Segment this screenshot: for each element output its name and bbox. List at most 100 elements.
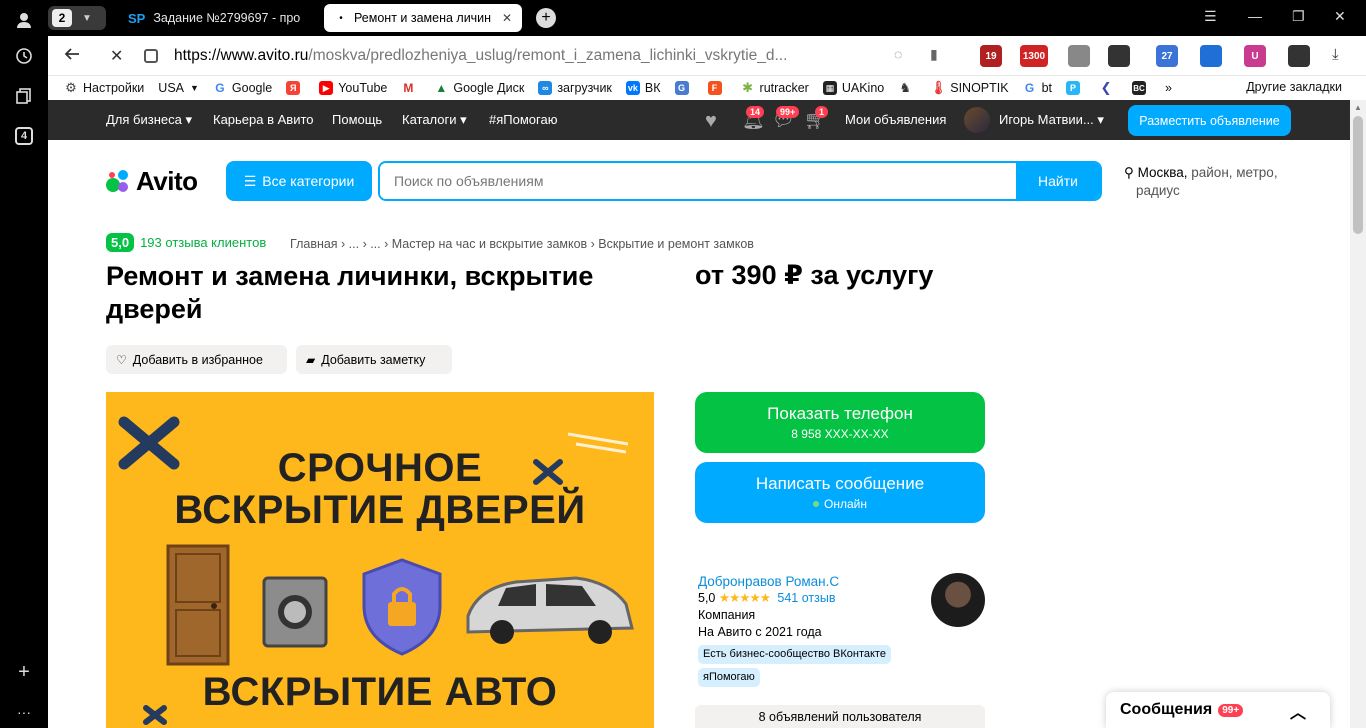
bookmark-google[interactable]: G Google	[213, 81, 272, 95]
chevron-up-icon[interactable]: ︿	[1290, 699, 1306, 723]
bookmark-rutracker[interactable]: ✱ rutracker	[741, 80, 809, 95]
extension-icon-4[interactable]	[1108, 45, 1130, 67]
add-note-button[interactable]: ▰ Добавить заметку	[296, 345, 452, 374]
tab-group-button[interactable]: 2 ▼	[48, 6, 106, 30]
messenger-widget[interactable]: Сообщения 99+ ︿	[1106, 692, 1330, 728]
listing-photo[interactable]: СРОЧНОЕ ВСКРЫТИЕ ДВЕРЕЙ ВСКРЫТИЕ АВТО	[106, 392, 654, 728]
avito-page: Для бизнеса ▾ Карьера в Авито Помощь Кат…	[48, 100, 1350, 728]
post-ad-button[interactable]: Разместить объявление	[1128, 105, 1291, 136]
bookmark-translate[interactable]: G	[674, 81, 694, 95]
p-icon: P	[1066, 81, 1081, 95]
bookmarks-more-button[interactable]: »	[1165, 81, 1172, 95]
user-menu[interactable]: Игорь Матвии... ▾	[999, 112, 1104, 128]
extension-icon-8[interactable]	[1288, 45, 1310, 67]
messenger-label: Сообщения	[1120, 701, 1213, 718]
loading-icon: •	[339, 12, 343, 24]
bookmark-settings[interactable]: ⚙ Настройки	[64, 80, 144, 95]
all-categories-button[interactable]: ☰ Все категории	[226, 161, 372, 201]
top-link-help[interactable]: Помощь	[332, 112, 382, 127]
window-close-icon[interactable]: ✕	[1334, 8, 1346, 25]
bookmark-chess[interactable]: ♞	[898, 80, 917, 95]
bookmark-gmail[interactable]: M	[401, 81, 420, 95]
collections-icon[interactable]	[12, 84, 36, 108]
bookmark-usa[interactable]: USA ▼	[158, 81, 199, 95]
bookmark-vk[interactable]: vk ВК	[625, 81, 661, 95]
tab-task[interactable]: SP Задание №2799697 - про	[118, 4, 316, 32]
bookmark-p[interactable]: P	[1066, 81, 1085, 95]
gmail-icon: M	[403, 81, 414, 95]
tabs-counter-badge[interactable]: 4	[15, 127, 33, 145]
top-link-business[interactable]: Для бизнеса ▾	[106, 112, 192, 128]
tab-avito[interactable]: • Ремонт и замена личин ✕	[324, 4, 522, 32]
more-dots-icon[interactable]: ···	[12, 700, 36, 724]
top-link-ya-pomogayu[interactable]: #яПомогаю	[489, 112, 557, 127]
reviews-link[interactable]: 193 отзыва клиентов	[140, 235, 266, 250]
my-ads-link[interactable]: Мои объявления	[845, 112, 946, 127]
top-link-careers[interactable]: Карьера в Авито	[213, 112, 314, 127]
extension-icon-1[interactable]: 19	[980, 45, 1002, 67]
bookmark-icon[interactable]: ▮	[930, 46, 938, 63]
bookmark-google-drive[interactable]: ▲ Google Диск	[434, 81, 524, 95]
download-icon[interactable]: ⤓	[1332, 46, 1339, 63]
bookmark-f[interactable]: F	[707, 81, 727, 95]
search-button[interactable]: Найти	[1016, 163, 1100, 199]
bookmark-bc[interactable]: BC	[1132, 81, 1151, 95]
url-host: https://www.avito.ru	[174, 47, 309, 64]
seller-reviews-link[interactable]: 541 отзыв	[777, 591, 835, 605]
bookmark-downloader[interactable]: ∞ загрузчик	[538, 81, 612, 95]
bc-icon: BC	[1132, 81, 1147, 95]
profile-icon[interactable]	[12, 8, 36, 32]
breadcrumb[interactable]: Главная › ... › ... › Мастер на час и вс…	[290, 237, 754, 251]
thermometer-icon: 🌡	[930, 80, 947, 95]
bookmark-youtube[interactable]: ▶ YouTube	[319, 81, 387, 95]
favorites-heart-icon[interactable]: ♥	[705, 110, 717, 133]
close-icon[interactable]: ✕	[502, 11, 512, 25]
banner-line-3: ВСКРЫТИЕ АВТО	[202, 670, 558, 714]
extension-icon-7[interactable]: U	[1244, 45, 1266, 67]
tab-strip: 2 ▼ SP Задание №2799697 - про • Ремонт и…	[48, 0, 1366, 36]
search-input[interactable]	[380, 163, 1016, 199]
scroll-up-icon[interactable]: ▲	[1354, 103, 1362, 112]
extension-icon-6[interactable]	[1200, 45, 1222, 67]
new-tab-button[interactable]: +	[536, 8, 556, 28]
extension-icon-3[interactable]	[1068, 45, 1090, 67]
seller-chip-ya-pomogayu[interactable]: яПомогаю	[698, 668, 760, 687]
scrollbar-thumb[interactable]	[1353, 116, 1363, 234]
cart-badge: 1	[815, 106, 829, 118]
translate-icon: G	[674, 81, 689, 95]
top-link-catalogs[interactable]: Каталоги ▾	[402, 112, 467, 128]
seller-ads-count[interactable]: 8 объявлений пользователя	[695, 705, 985, 728]
location-selector[interactable]: ⚲ Москва, район, метро, радиус	[1124, 164, 1294, 200]
translate-icon[interactable]: ◌	[894, 46, 902, 62]
seller-chip-vk[interactable]: Есть бизнес-сообщество ВКонтакте	[698, 645, 891, 664]
page-scrollbar[interactable]: ▲	[1350, 100, 1366, 728]
extension-icon-2[interactable]: 1300	[1020, 45, 1048, 67]
history-icon[interactable]	[12, 44, 36, 68]
other-bookmarks[interactable]: Другие закладки	[1246, 80, 1342, 94]
rating-score: 5,0	[106, 233, 135, 252]
stop-loading-icon[interactable]: ✕	[110, 46, 123, 66]
seller-avatar[interactable]	[931, 573, 985, 627]
show-phone-button[interactable]: Показать телефон 8 958 XXX-XX-XX	[695, 392, 985, 453]
write-message-button[interactable]: Написать сообщение Онлайн	[695, 462, 985, 523]
url-field[interactable]: https://www.avito.ru/moskva/predlozheniy…	[144, 42, 944, 70]
add-favorite-button[interactable]: ♡ Добавить в избранное	[106, 345, 287, 374]
extension-icon-5[interactable]: 27	[1156, 45, 1178, 67]
bookmark-bt[interactable]: Gbt	[1023, 81, 1052, 95]
vk-icon: vk	[625, 81, 640, 95]
tab-favicon: SP	[128, 10, 146, 26]
add-panel-icon[interactable]: +	[12, 660, 36, 684]
bookmark-yandex[interactable]: Я	[286, 81, 305, 95]
avito-logo[interactable]: Avito	[106, 166, 198, 197]
categories-search-icon: ☰	[243, 172, 257, 189]
bookmark-uakino[interactable]: ▦ UAKino	[822, 81, 884, 95]
menu-icon[interactable]: ☰	[1204, 8, 1217, 25]
user-avatar[interactable]	[964, 107, 990, 133]
bookmark-sinoptik[interactable]: 🌡 SINOPTIK	[930, 80, 1009, 95]
restore-icon[interactable]: ❐	[1292, 8, 1305, 25]
seller-rating[interactable]: 5,0 193 отзыва клиентов	[106, 233, 266, 252]
back-icon[interactable]	[64, 46, 80, 67]
seller-since: На Авито с 2021 года	[698, 625, 822, 639]
minimize-icon[interactable]: —	[1248, 8, 1262, 24]
bookmark-arrow[interactable]: ❮	[1099, 80, 1118, 95]
